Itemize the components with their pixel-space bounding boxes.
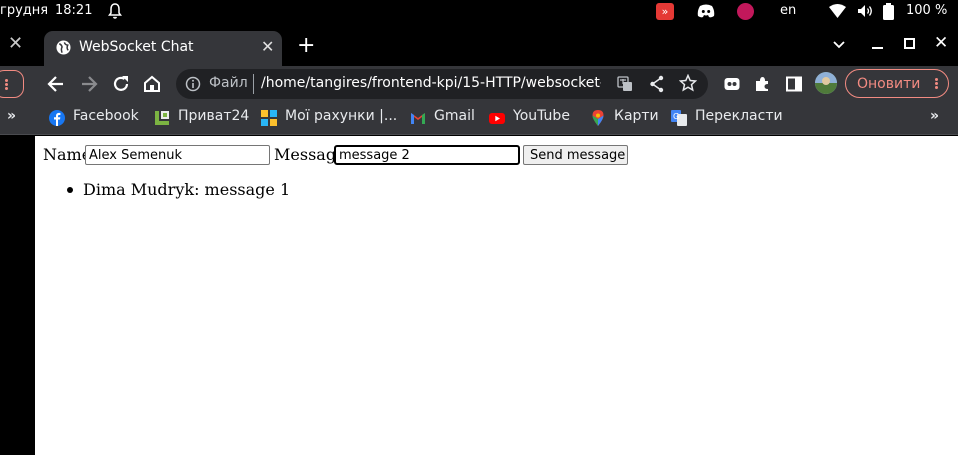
- browser-toolbar: Файл /home/tangires/frontend-kpi/15-HTTP…: [0, 66, 958, 102]
- reload-icon[interactable]: [111, 74, 131, 94]
- tab-close-icon[interactable]: ✕: [261, 38, 274, 56]
- close-previous-tab-icon[interactable]: ✕: [8, 34, 23, 54]
- volume-icon[interactable]: [857, 4, 873, 18]
- side-panel-menu-button[interactable]: [0, 70, 24, 98]
- extension-app-icon[interactable]: [724, 76, 740, 92]
- system-top-bar: грудня 18:21 » en 100 %: [0, 0, 958, 24]
- profile-avatar-image: [815, 72, 837, 94]
- maximize-window-button[interactable]: [904, 38, 915, 49]
- bookmark-label: Перекласти: [695, 108, 783, 124]
- bookmarks-overflow-left-icon[interactable]: »: [7, 108, 16, 124]
- bookmark-label: Приват24: [178, 108, 250, 124]
- address-scheme-label: Файл: [209, 75, 248, 91]
- bookmark-label: Gmail: [434, 108, 475, 124]
- translate-page-icon[interactable]: [617, 76, 633, 92]
- translate-icon: G: [671, 110, 687, 126]
- tray-app-icon[interactable]: [737, 3, 754, 20]
- send-message-button[interactable]: Send message: [523, 145, 628, 165]
- site-info-icon[interactable]: [185, 76, 201, 92]
- message-list: Dima Mudryk: message 1: [43, 180, 290, 200]
- wifi-icon[interactable]: [829, 4, 846, 18]
- tab-strip: ✕ WebSocket Chat ✕ + ✕: [0, 24, 958, 66]
- tab-title: WebSocket Chat: [79, 39, 194, 55]
- battery-percentage: 100 %: [906, 3, 948, 18]
- gmail-icon: [411, 113, 425, 124]
- name-label: Name: [43, 145, 92, 164]
- bookmark-label: Карти: [614, 108, 659, 124]
- message-text: message 1: [204, 180, 291, 199]
- minimize-window-button[interactable]: [872, 47, 883, 49]
- system-clock[interactable]: 18:21: [55, 3, 92, 18]
- facebook-icon: [49, 110, 65, 126]
- address-bar[interactable]: Файл /home/tangires/frontend-kpi/15-HTTP…: [176, 69, 708, 99]
- bookmark-label: YouTube: [513, 108, 570, 124]
- side-panel-icon[interactable]: [786, 76, 802, 92]
- back-arrow-icon[interactable]: [46, 74, 66, 94]
- bookmark-label: Facebook: [73, 108, 139, 124]
- home-icon[interactable]: [142, 74, 162, 94]
- message-input[interactable]: [334, 145, 520, 165]
- system-date: грудня: [0, 3, 49, 18]
- globe-icon: [56, 40, 71, 55]
- svg-text:G: G: [673, 112, 679, 121]
- page-viewport: Name Message Send message Dima Mudryk: m…: [35, 136, 958, 455]
- battery-icon[interactable]: [883, 3, 894, 20]
- extensions-puzzle-icon[interactable]: [754, 76, 770, 92]
- close-window-button[interactable]: ✕: [934, 33, 948, 53]
- name-input[interactable]: [85, 145, 270, 165]
- share-icon[interactable]: [649, 75, 665, 93]
- discord-tray-icon[interactable]: [697, 4, 715, 19]
- bookmarks-bar: » Facebook Приват24 Мої рахунки |... Gma…: [0, 102, 958, 135]
- tab-websocket-chat[interactable]: WebSocket Chat ✕: [44, 31, 282, 66]
- tab-search-chevron-icon[interactable]: [832, 37, 846, 51]
- bookmark-label: Мої рахунки |...: [285, 108, 398, 124]
- profile-avatar[interactable]: [815, 72, 837, 94]
- tray-app-red-icon[interactable]: »: [656, 3, 674, 20]
- update-browser-button[interactable]: Оновити: [845, 69, 949, 98]
- keyboard-language[interactable]: en: [780, 3, 796, 18]
- accounts-icon: [261, 110, 277, 126]
- address-url[interactable]: /home/tangires/frontend-kpi/15-HTTP/webs…: [261, 75, 601, 91]
- notification-bell-icon[interactable]: [108, 2, 122, 20]
- privat24-icon: [155, 111, 169, 125]
- bookmark-star-icon[interactable]: [679, 74, 697, 92]
- address-separator: [253, 74, 254, 94]
- list-item: Dima Mudryk: message 1: [43, 180, 290, 200]
- bookmarks-overflow-right-icon[interactable]: »: [930, 108, 939, 124]
- message-author: Dima Mudryk: [83, 180, 195, 199]
- new-tab-button[interactable]: +: [297, 35, 315, 57]
- youtube-icon: [489, 113, 505, 124]
- browser-menu-icon[interactable]: [935, 78, 938, 81]
- maps-icon: [592, 110, 604, 126]
- forward-arrow-icon[interactable]: [79, 74, 99, 94]
- update-button-label: Оновити: [857, 76, 921, 92]
